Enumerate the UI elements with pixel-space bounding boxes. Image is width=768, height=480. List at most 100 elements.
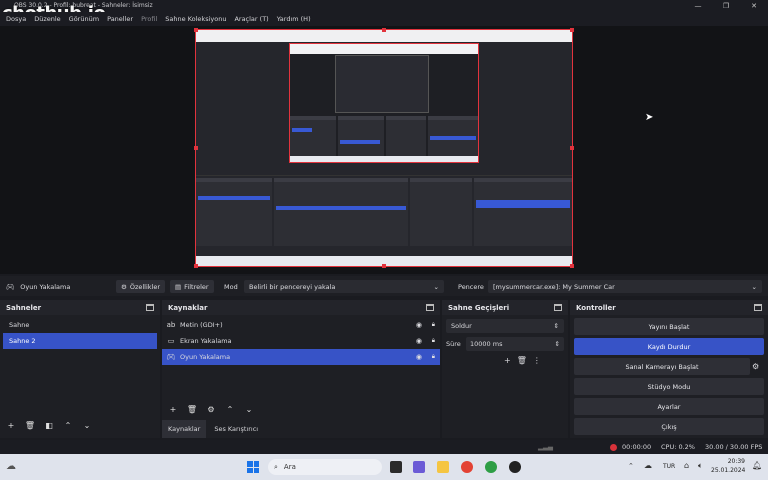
resize-handle-t[interactable] [382, 28, 386, 32]
obs-icon[interactable] [509, 461, 521, 473]
move-down-icon[interactable]: ⌄ [241, 402, 257, 416]
menu-help[interactable]: Yardım (H) [277, 15, 311, 23]
eye-icon[interactable]: ◉ [416, 353, 422, 361]
scene-item-selected[interactable]: Sahne 2 [3, 333, 157, 349]
properties-button[interactable]: ⚙ Özellikler [116, 280, 166, 293]
record-time: 00:00:00 [622, 443, 652, 451]
spinner-icon: ⇕ [554, 340, 560, 348]
start-streaming-button[interactable]: Yayını Başlat [574, 318, 764, 335]
network-icon[interactable]: ⌂ [684, 461, 689, 470]
start-virtual-camera-button[interactable]: Sanal Kamerayı Başlat [574, 358, 750, 375]
move-up-icon[interactable]: ⌃ [60, 418, 76, 432]
transitions-title: Sahne Geçişleri [448, 303, 510, 312]
popout-icon[interactable] [426, 304, 434, 311]
clock-date[interactable]: 25.01.2024 [711, 467, 745, 474]
gamepad-icon: 🎮︎ [6, 282, 15, 291]
tab-sources[interactable]: Kaynaklar [162, 420, 207, 438]
popout-icon[interactable] [146, 304, 154, 311]
settings-button[interactable]: Ayarlar [574, 398, 764, 415]
transitions-dock: Sahne Geçişleri Soldur ⇕ Süre 10000 ms ⇕ +… [442, 300, 568, 438]
add-icon[interactable]: + [3, 418, 19, 432]
move-down-icon[interactable]: ⌄ [79, 418, 95, 432]
preview-canvas[interactable] [194, 28, 574, 268]
fps-readout: 30.00 / 30.00 FPS [705, 443, 763, 451]
add-icon[interactable]: + [504, 356, 511, 365]
popout-icon[interactable] [554, 304, 562, 311]
title-bar: OBS 30.0.2 - Profil: bubreat - Sahneler:… [0, 0, 768, 12]
window-label: Pencere [458, 282, 484, 291]
notification-icon[interactable]: 🔔︎ [752, 461, 762, 470]
resize-handle-r[interactable] [570, 146, 574, 150]
trash-icon[interactable]: 🗑︎ [184, 402, 200, 416]
exit-button[interactable]: Çıkış [574, 418, 764, 435]
move-up-icon[interactable]: ⌃ [222, 402, 238, 416]
source-title: 🎮︎ Oyun Yakalama [6, 282, 71, 291]
eye-icon[interactable]: ◉ [416, 337, 422, 345]
close-button[interactable]: ✕ [740, 0, 768, 12]
lock-icon[interactable]: 🔒︎ [432, 321, 435, 329]
resize-handle-br[interactable] [570, 264, 574, 268]
filters-button[interactable]: ▤ Filtreler [170, 280, 214, 293]
chevron-up-icon[interactable]: ⌃ [628, 462, 634, 470]
resize-handle-bl[interactable] [194, 264, 198, 268]
weather-icon[interactable]: ☁ [6, 461, 16, 472]
game-app-icon[interactable] [485, 461, 497, 473]
controls-dock: Kontroller Yayını Başlat Kaydı Durdur Sa… [570, 300, 768, 438]
onedrive-icon[interactable]: ☁ [644, 461, 652, 470]
windows-taskbar: ☁ ⌕ Ara ⌃ ☁ TUR ⌂ 🔈︎ 20:39 25.01.2024 🔔︎ [0, 454, 768, 480]
chat-icon[interactable] [413, 461, 425, 473]
resize-handle-tl[interactable] [194, 28, 198, 32]
maximize-button[interactable]: ❐ [712, 0, 740, 12]
trash-icon[interactable]: 🗑︎ [517, 356, 527, 365]
mode-select[interactable]: Belirli bir pencereyi yakala ⌄ [244, 280, 444, 293]
lock-icon[interactable]: 🔒︎ [432, 353, 435, 361]
lock-icon[interactable]: 🔒︎ [432, 337, 435, 345]
transition-select[interactable]: Soldur ⇕ [446, 319, 564, 333]
mouse-cursor: ➤ [645, 112, 654, 123]
volume-icon[interactable]: 🔈︎ [698, 461, 703, 471]
scene-filter-icon[interactable]: ◧ [41, 418, 57, 432]
chrome-icon[interactable] [461, 461, 473, 473]
popout-icon[interactable] [754, 304, 762, 311]
resize-handle-tr[interactable] [570, 28, 574, 32]
gear-icon[interactable]: ⚙ [752, 362, 768, 371]
cpu-usage: CPU: 0.2% [661, 443, 695, 451]
sources-dock: Kaynaklar ab Metin (GDI+) ◉ 🔒︎ ▭ Ekran Y… [162, 300, 440, 438]
menu-file[interactable]: Dosya [6, 15, 26, 23]
source-item[interactable]: ▭ Ekran Yakalama ◉ 🔒︎ [162, 333, 440, 349]
menu-scene-collection[interactable]: Sahne Koleksiyonu [165, 15, 226, 23]
menu-tools[interactable]: Araçlar (T) [234, 15, 268, 23]
studio-mode-button[interactable]: Stüdyo Modu [574, 378, 764, 395]
gear-icon[interactable]: ⚙ [203, 402, 219, 416]
window-select[interactable]: [mysummercar.exe]: My Summer Car ⌄ [488, 280, 762, 293]
signal-icon: ▂▃▄ [538, 443, 553, 451]
resize-handle-l[interactable] [194, 146, 198, 150]
menu-profile[interactable]: Profil [141, 15, 157, 23]
source-item[interactable]: ab Metin (GDI+) ◉ 🔒︎ [162, 317, 440, 333]
resize-handle-b[interactable] [382, 264, 386, 268]
duration-input[interactable]: 10000 ms ⇕ [466, 337, 564, 351]
windows-start-icon[interactable] [247, 461, 259, 473]
add-icon[interactable]: + [165, 402, 181, 416]
clock-time[interactable]: 20:39 [715, 458, 745, 465]
taskbar-search[interactable]: ⌕ Ara [268, 459, 382, 475]
menu-bar: Dosya Düzenle Görünüm Paneller Profil Sa… [0, 12, 768, 26]
trash-icon[interactable]: 🗑︎ [22, 418, 38, 432]
search-icon: ⌕ [274, 462, 278, 471]
folder-icon[interactable] [437, 461, 449, 473]
source-item-selected[interactable]: 🎮︎ Oyun Yakalama ◉ 🔒︎ [162, 349, 440, 365]
tab-audio-mixer[interactable]: Ses Karıştırıcı [206, 420, 266, 438]
eye-icon[interactable]: ◉ [416, 321, 422, 329]
menu-view[interactable]: Görünüm [69, 15, 99, 23]
more-icon[interactable]: ⋮ [533, 356, 541, 365]
language-indicator[interactable]: TUR [663, 463, 675, 470]
task-view-icon[interactable] [390, 461, 402, 473]
menu-docks[interactable]: Paneller [107, 15, 133, 23]
gear-icon: ⚙ [121, 282, 127, 291]
chevron-down-icon: ⌄ [433, 282, 439, 291]
scene-item[interactable]: Sahne [3, 317, 157, 333]
stop-recording-button[interactable]: Kaydı Durdur [574, 338, 764, 355]
preview-area[interactable]: ➤ [0, 26, 768, 274]
menu-edit[interactable]: Düzenle [34, 15, 60, 23]
minimize-button[interactable]: — [684, 0, 712, 12]
